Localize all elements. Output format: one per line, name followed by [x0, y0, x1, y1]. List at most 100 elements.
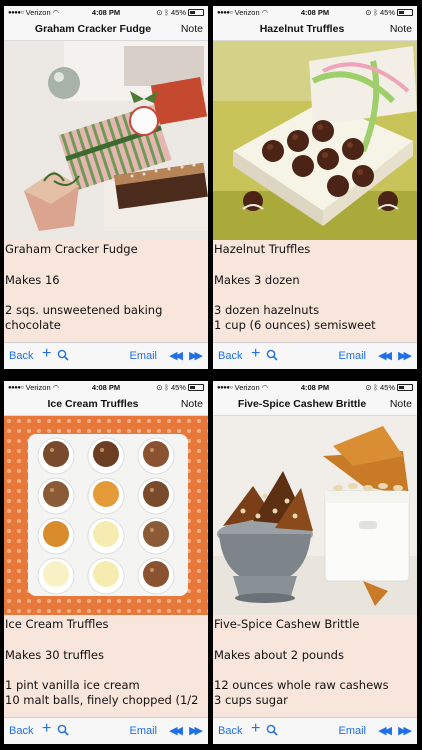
previous-icon[interactable]: ◀◀ [378, 349, 392, 362]
add-icon[interactable]: + [42, 346, 51, 362]
recipe-line: Hazelnut Truffles [214, 242, 311, 256]
navigation-bar: Five-Spice Cashew Brittle Note [213, 394, 417, 416]
bluetooth-icon: ᛒ [373, 383, 378, 392]
email-button[interactable]: Email [338, 725, 366, 737]
recipe-line [214, 663, 417, 678]
recipe-line: Makes about 2 pounds [214, 647, 344, 662]
bluetooth-icon: ᛒ [373, 8, 378, 17]
navigation-bar: Ice Cream Truffles Note [4, 394, 208, 416]
recipe-text: Five-Spice Cashew Brittle Makes about 2 … [213, 617, 417, 717]
add-icon[interactable]: + [42, 721, 51, 737]
recipe-line [5, 663, 208, 678]
recipe-line: Graham Cracker Fudge [5, 242, 138, 256]
recipe-line [214, 288, 417, 303]
recipe-line: 3 cups sugar [214, 693, 288, 708]
previous-icon[interactable]: ◀◀ [169, 349, 183, 362]
battery-icon [188, 9, 204, 16]
recipe-text: Hazelnut Truffles Makes 3 dozen 3 dozen … [213, 242, 417, 342]
battery-icon [397, 384, 413, 391]
screen-hazelnut-truffles: ●●●●○ Verizon ◠ 4:08 PM ⊙ ᛒ 45% Hazelnut… [213, 6, 417, 369]
five-spice-cashew-brittle-image [213, 416, 417, 615]
recipe-text: Ice Cream Truffles Makes 30 truffles 1 p… [4, 617, 208, 717]
screen-ice-cream-truffles: ●●●●○ Verizon ◠ 4:08 PM ⊙ ᛒ 45% Ice Crea… [4, 381, 208, 744]
battery-percent: 45% [170, 383, 186, 392]
recipe-line [5, 288, 208, 303]
alarm-icon: ⊙ [156, 383, 163, 392]
bluetooth-icon: ᛒ [164, 383, 169, 392]
add-icon[interactable]: + [251, 721, 260, 737]
recipe-line: Ice Cream Truffles [5, 617, 109, 631]
page-title: Graham Cracker Fudge [34, 23, 152, 35]
note-button[interactable]: Note [181, 398, 203, 410]
recipe-photo [4, 416, 208, 615]
add-icon[interactable]: + [251, 346, 260, 362]
bluetooth-icon: ᛒ [164, 8, 169, 17]
email-button[interactable]: Email [129, 350, 157, 362]
bottom-toolbar: Back + Email ◀◀ ▶▶ [4, 717, 208, 744]
bottom-toolbar: Back + Email ◀◀ ▶▶ [4, 342, 208, 369]
recipe-line [5, 257, 208, 272]
recipe-photo [4, 41, 208, 240]
note-button[interactable]: Note [390, 23, 412, 35]
recipe-line [214, 257, 417, 272]
search-icon[interactable] [57, 724, 69, 739]
back-button[interactable]: Back [9, 350, 33, 362]
battery-icon [188, 384, 204, 391]
note-button[interactable]: Note [390, 398, 412, 410]
status-bar: ●●●●○ Verizon ◠ 4:08 PM ⊙ ᛒ 45% [213, 381, 417, 394]
recipe-line: Makes 3 dozen [214, 272, 300, 287]
battery-icon [397, 9, 413, 16]
note-button[interactable]: Note [181, 23, 203, 35]
search-icon[interactable] [266, 349, 278, 364]
next-icon[interactable]: ▶▶ [189, 349, 203, 362]
battery-percent: 45% [379, 383, 395, 392]
recipe-line: Makes 16 [5, 272, 60, 287]
recipe-line: Makes 30 truffles [5, 647, 104, 662]
search-icon[interactable] [57, 349, 69, 364]
recipe-line: 3 dozen hazelnuts [214, 303, 320, 318]
page-title: Ice Cream Truffles [47, 398, 139, 410]
navigation-bar: Hazelnut Truffles Note [213, 19, 417, 41]
alarm-icon: ⊙ [365, 383, 372, 392]
recipe-line: chocolate [5, 318, 61, 333]
recipe-line: 12 ounces whole raw cashews [214, 678, 389, 693]
recipe-line [214, 632, 417, 647]
bottom-toolbar: Back + Email ◀◀ ▶▶ [213, 717, 417, 744]
recipe-line: Five-Spice Cashew Brittle [214, 617, 360, 631]
email-button[interactable]: Email [338, 350, 366, 362]
alarm-icon: ⊙ [156, 8, 163, 17]
recipe-line: 1 pint vanilla ice cream [5, 678, 140, 693]
recipe-text: Graham Cracker Fudge Makes 16 2 sqs. uns… [4, 242, 208, 342]
status-bar: ●●●●○ Verizon ◠ 4:08 PM ⊙ ᛒ 45% [4, 6, 208, 19]
next-icon[interactable]: ▶▶ [189, 724, 203, 737]
recipe-line: 2 sqs. unsweetened baking [5, 303, 163, 318]
recipe-line [5, 632, 208, 647]
status-bar: ●●●●○ Verizon ◠ 4:08 PM ⊙ ᛒ 45% [4, 381, 208, 394]
hazelnut-truffles-image [213, 41, 417, 240]
ice-cream-truffles-image [4, 416, 208, 615]
screen-five-spice-cashew-brittle: ●●●●○ Verizon ◠ 4:08 PM ⊙ ᛒ 45% Five-Spi… [213, 381, 417, 744]
battery-percent: 45% [379, 8, 395, 17]
page-title: Five-Spice Cashew Brittle [237, 398, 367, 410]
graham-cracker-fudge-image [4, 41, 208, 240]
back-button[interactable]: Back [218, 725, 242, 737]
next-icon[interactable]: ▶▶ [398, 724, 412, 737]
battery-percent: 45% [170, 8, 186, 17]
status-bar: ●●●●○ Verizon ◠ 4:08 PM ⊙ ᛒ 45% [213, 6, 417, 19]
recipe-line: 10 malt balls, finely chopped (1/2 [5, 693, 199, 708]
recipe-photo [213, 416, 417, 615]
recipe-line: 1 cup (6 ounces) semisweet [214, 318, 376, 333]
screen-graham-cracker-fudge: ●●●●○ Verizon ◠ 4:08 PM ⊙ ᛒ 45% Graham C… [4, 6, 208, 369]
navigation-bar: Graham Cracker Fudge Note [4, 19, 208, 41]
search-icon[interactable] [266, 724, 278, 739]
email-button[interactable]: Email [129, 725, 157, 737]
alarm-icon: ⊙ [365, 8, 372, 17]
bottom-toolbar: Back + Email ◀◀ ▶▶ [213, 342, 417, 369]
next-icon[interactable]: ▶▶ [398, 349, 412, 362]
previous-icon[interactable]: ◀◀ [378, 724, 392, 737]
recipe-photo [213, 41, 417, 240]
previous-icon[interactable]: ◀◀ [169, 724, 183, 737]
back-button[interactable]: Back [218, 350, 242, 362]
page-title: Hazelnut Truffles [259, 23, 345, 35]
back-button[interactable]: Back [9, 725, 33, 737]
